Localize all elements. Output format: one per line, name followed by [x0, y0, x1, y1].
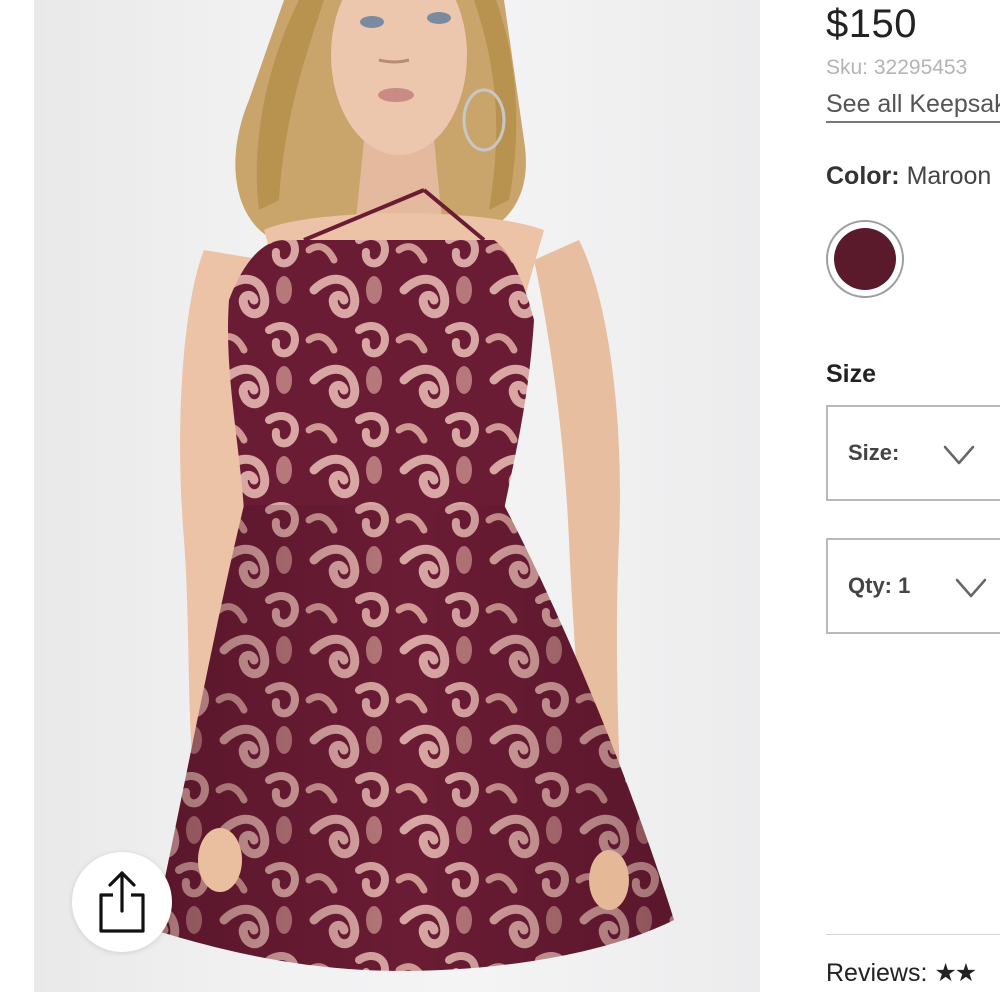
product-price: $150: [826, 2, 917, 46]
divider: [826, 934, 1000, 935]
size-select-label: Size:: [848, 440, 900, 465]
chevron-down-icon: [943, 445, 975, 465]
size-heading: Size: [826, 360, 877, 388]
rating-stars: ★★: [934, 959, 977, 987]
color-value: Maroon: [906, 162, 992, 190]
chevron-down-icon: [955, 578, 987, 598]
reviews-label: Reviews:: [826, 959, 928, 987]
reviews-row[interactable]: Reviews: ★★: [826, 958, 977, 988]
swatch-fill: [834, 228, 896, 290]
quantity-select-label: Qty: 1: [848, 573, 911, 598]
color-swatch-maroon[interactable]: [826, 220, 904, 298]
size-select[interactable]: Size:: [826, 405, 1000, 501]
see-all-brand-link[interactable]: See all Keepsake: [826, 90, 1000, 123]
model-in-dress-illustration: [154, 0, 674, 971]
product-photo[interactable]: [34, 0, 760, 992]
share-button[interactable]: [72, 852, 172, 952]
product-image-panel: [0, 0, 790, 1000]
product-info-panel: $150 Sku: 32295453 See all Keepsake Colo…: [790, 0, 1000, 1000]
product-sku: Sku: 32295453: [826, 56, 968, 79]
quantity-select[interactable]: Qty: 1: [826, 538, 1000, 634]
color-label: Color:: [826, 162, 900, 190]
color-row: Color: Maroon: [826, 162, 991, 191]
share-icon: [99, 871, 145, 933]
